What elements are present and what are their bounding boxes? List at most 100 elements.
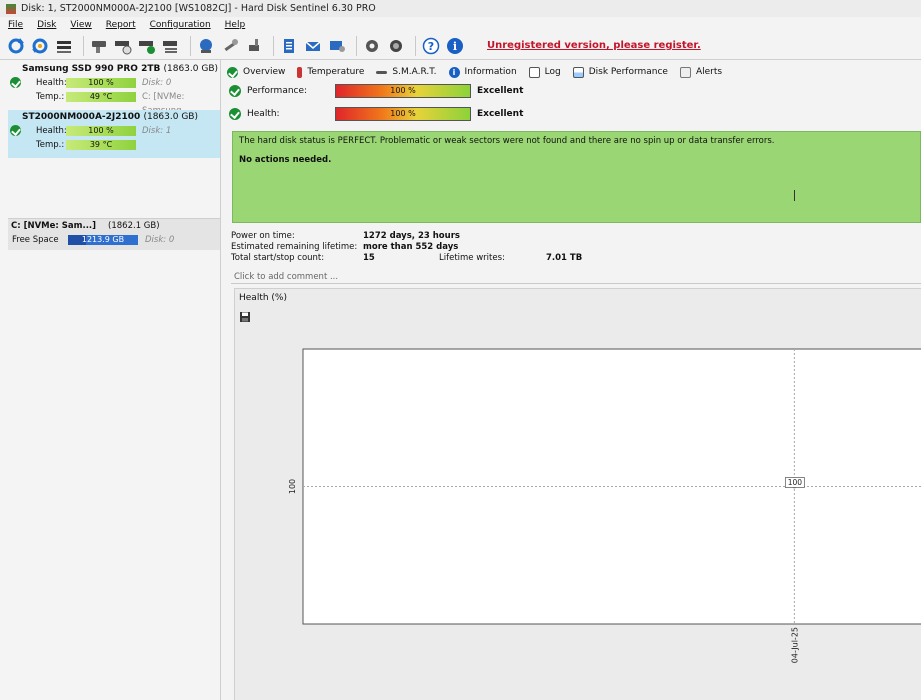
toolbar-separator — [190, 35, 191, 56]
menu-disk[interactable]: Disk — [37, 20, 56, 30]
disk-health-row: Health: 100 % Disk: 1 — [8, 124, 220, 138]
data-label: 100 — [788, 478, 803, 487]
disk-list-button[interactable] — [54, 36, 74, 56]
comment-field[interactable]: Click to add comment ... — [231, 270, 921, 284]
disk-tool-button-4[interactable] — [161, 36, 181, 56]
refresh-all-icon — [32, 38, 48, 53]
volume-entry[interactable]: C: [NVMe: Sam...] (1862.1 GB) Free Space … — [8, 218, 220, 250]
toolbar-separator — [273, 35, 274, 56]
menu-configuration[interactable]: Configuration — [150, 20, 211, 30]
health-chart-panel: 100 04-Jul-25 100 Health (%) — [234, 288, 921, 700]
x-tick-label: 04-Jul-25 — [790, 627, 799, 663]
check-icon — [10, 125, 21, 136]
alerts-button[interactable] — [386, 36, 406, 56]
disk-temp-row: Temp.: 39 °C — [8, 138, 220, 152]
send-icon — [330, 40, 345, 52]
tab-disk-performance[interactable]: Disk Performance — [572, 66, 668, 78]
health-row: Health: 100 % Excellent — [229, 106, 523, 122]
tab-log[interactable]: Log — [528, 66, 561, 78]
health-chart: 100 04-Jul-25 100 — [288, 348, 921, 663]
refresh-icon — [8, 37, 24, 53]
globe-icon — [200, 38, 212, 53]
report-button[interactable] — [279, 36, 299, 56]
text-cursor — [794, 190, 796, 201]
disk-tool-button-3[interactable] — [137, 36, 157, 56]
smart-icon — [376, 70, 388, 74]
health-bar: 100 % — [66, 126, 136, 136]
disk-temp-row: Temp.: 49 °C C: [NVMe: Samsung — [36, 92, 185, 116]
toolbar-separator — [83, 35, 84, 56]
log-icon — [528, 66, 540, 78]
tab-information[interactable]: i Information — [448, 66, 517, 78]
disk-drive-icon — [92, 40, 106, 53]
disk-tool-button-2[interactable] — [113, 36, 133, 56]
svg-text:?: ? — [428, 40, 434, 53]
help-button[interactable]: ? — [421, 36, 441, 56]
wrench-icon — [224, 38, 238, 51]
alert-gear-icon — [390, 39, 402, 52]
thermometer-icon — [297, 66, 303, 78]
volume-free-row: Free Space 1213.9 GB Disk: 0 — [12, 235, 175, 245]
disk-check-icon — [139, 40, 155, 54]
tab-temperature[interactable]: Temperature — [297, 66, 364, 78]
menubar: File Disk View Report Configuration Help — [0, 17, 921, 32]
register-link[interactable]: Unregistered version, please register. — [487, 40, 701, 51]
disk-list-icon — [57, 40, 71, 53]
app-icon — [6, 3, 16, 14]
status-text: The hard disk status is PERFECT. Problem… — [239, 136, 775, 146]
y-tick-label: 100 — [288, 479, 297, 494]
volume-name: C: [NVMe: Sam...] (1862.1 GB) — [11, 221, 160, 231]
info-icon: i — [448, 66, 460, 78]
check-icon — [229, 85, 241, 97]
free-space-bar: 1213.9 GB — [68, 235, 138, 245]
chart-title: Health (%) — [239, 293, 287, 303]
tab-overview[interactable]: Overview — [227, 66, 285, 78]
performance-row: Performance: 100 % Excellent — [229, 83, 523, 99]
tab-alerts[interactable]: Alerts — [679, 66, 722, 78]
disk-list-panel: Samsung SSD 990 PRO 2TB (1863.0 GB) Heal… — [0, 60, 221, 700]
check-icon — [10, 77, 21, 88]
about-button[interactable]: i — [445, 36, 465, 56]
envelope-icon — [305, 40, 321, 51]
tools-button[interactable] — [220, 36, 240, 56]
health-bar: 100 % — [66, 78, 136, 88]
tab-smart[interactable]: S.M.A.R.T. — [376, 67, 437, 77]
toolbar: ? i Unregistered version, please registe… — [0, 32, 921, 60]
toolbar-separator — [415, 35, 416, 56]
disk-tool-button-1[interactable] — [89, 36, 109, 56]
info-icon: i — [447, 37, 463, 54]
toolbar-separator — [356, 35, 357, 56]
broom-icon — [249, 38, 259, 51]
temp-bar: 49 °C — [66, 92, 136, 102]
refresh-all-button[interactable] — [30, 36, 50, 56]
network-button[interactable] — [196, 36, 216, 56]
disk-clock-icon — [115, 40, 132, 54]
check-icon — [227, 66, 238, 78]
menu-report[interactable]: Report — [106, 20, 136, 30]
disk-health-row: Health: 100 % Disk: 0 — [8, 76, 220, 90]
health-bar: 100 % — [335, 107, 471, 121]
performance-bar: 100 % — [335, 84, 471, 98]
report-icon — [284, 38, 294, 53]
window-titlebar: Disk: 1, ST2000NM000A-2J2100 [WS1082CJ] … — [0, 0, 921, 17]
window-title: Disk: 1, ST2000NM000A-2J2100 [WS1082CJ] … — [21, 3, 376, 14]
email-button[interactable] — [303, 36, 323, 56]
disk-entry-0[interactable]: Samsung SSD 990 PRO 2TB (1863.0 GB) Heal… — [8, 62, 220, 116]
menu-help[interactable]: Help — [225, 20, 246, 30]
help-icon: ? — [422, 37, 440, 54]
refresh-button[interactable] — [6, 36, 26, 56]
temp-bar: 39 °C — [66, 140, 136, 150]
check-icon — [229, 108, 241, 120]
gear-icon — [366, 39, 378, 52]
status-description: The hard disk status is PERFECT. Problem… — [232, 131, 921, 223]
menu-file[interactable]: File — [8, 20, 23, 30]
broom-button[interactable] — [244, 36, 264, 56]
menu-view[interactable]: View — [70, 20, 91, 30]
main-panel: Overview Temperature S.M.A.R.T. i Informa… — [221, 60, 921, 700]
status-action: No actions needed. — [239, 155, 332, 165]
send-button[interactable] — [327, 36, 347, 56]
disk-entry-1[interactable]: ST2000NM000A-2J2100 (1863.0 GB) Health: … — [8, 110, 220, 158]
save-icon[interactable] — [239, 311, 251, 323]
performance-icon — [572, 66, 584, 78]
settings-button[interactable] — [362, 36, 382, 56]
